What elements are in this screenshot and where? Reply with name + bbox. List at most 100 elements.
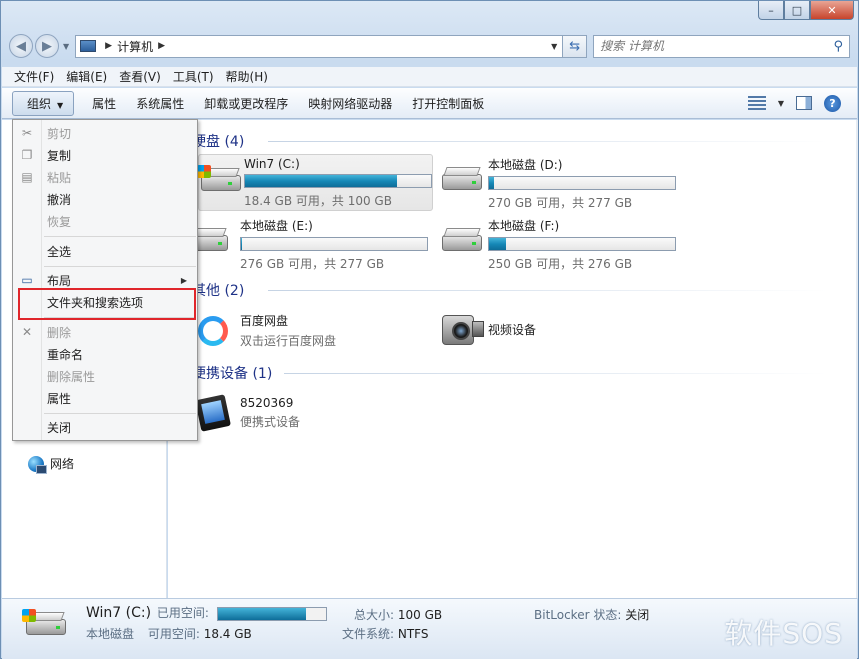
menu-help[interactable]: 帮助(H) <box>220 68 274 85</box>
refresh-button[interactable]: ⇆ <box>563 34 588 58</box>
refresh-icon: ⇆ <box>569 38 581 54</box>
nav-item-network-label: 网络 <box>50 457 75 471</box>
drive-f[interactable]: 本地磁盘 (F:) 250 GB 可用，共 276 GB <box>442 217 676 272</box>
menu-view[interactable]: 查看(V) <box>113 68 167 85</box>
item-name: 百度网盘 <box>240 313 289 328</box>
portable-device-item[interactable]: 8520369 便携式设备 <box>194 393 300 433</box>
baidu-netdisk-item[interactable]: 百度网盘 双击运行百度网盘 <box>194 310 336 350</box>
content-pane: 硬盘 (4) Win7 (C:) 18.4 GB 可用，共 100 GB 本地磁… <box>168 120 858 598</box>
address-bar[interactable]: ▶ 计算机 ▶ ▼ <box>75 34 564 58</box>
drive-name: 本地磁盘 (D:) <box>488 158 563 172</box>
arrow-right-icon: ▶ <box>42 38 52 54</box>
hard-drive-icon <box>442 225 482 255</box>
menu-item-paste[interactable]: ▤ 粘贴 <box>13 166 197 188</box>
view-options-chevron-icon[interactable]: ▼ <box>778 99 784 108</box>
drive-usage-bar <box>240 237 428 251</box>
portable-device-icon <box>194 393 234 433</box>
item-name: 8520369 <box>240 396 294 410</box>
properties-button[interactable]: 属性 <box>82 91 126 116</box>
explorer-window: – □ ✕ ◀ ▶ ▼ ▶ 计算机 ▶ ▼ ⇆ ⚲ 文件(F) 编辑(E) 查看… <box>0 0 859 659</box>
group-title-other[interactable]: 其他 (2) <box>192 280 244 300</box>
item-description: 便携式设备 <box>240 415 301 429</box>
submenu-arrow-icon: ▶ <box>180 275 187 285</box>
group-title-portable[interactable]: 便携设备 (1) <box>192 363 272 383</box>
drive-usage-bar <box>244 174 432 188</box>
video-camera-icon <box>440 309 486 349</box>
menu-item-label: 全选 <box>47 244 72 259</box>
menu-file[interactable]: 文件(F) <box>8 68 60 85</box>
breadcrumb-chevron-icon[interactable]: ▶ <box>105 41 112 51</box>
nav-item-network[interactable]: 网络 <box>28 455 75 474</box>
system-drive-icon <box>197 165 241 195</box>
menu-item-label: 删除 <box>47 325 72 340</box>
search-icon[interactable]: ⚲ <box>833 39 843 54</box>
help-icon[interactable]: ? <box>824 94 841 112</box>
group-title-hdd[interactable]: 硬盘 (4) <box>192 131 244 151</box>
organize-label: 组织 <box>27 96 52 111</box>
drive-name: 本地磁盘 (E:) <box>240 219 313 233</box>
menu-item-rename[interactable]: 重命名 <box>13 343 197 365</box>
open-control-panel-button[interactable]: 打开控制面板 <box>402 91 494 116</box>
menu-item-cut[interactable]: ✂ 剪切 <box>13 122 197 144</box>
details-usage-bar <box>216 606 327 621</box>
scissors-icon: ✂ <box>21 126 33 140</box>
video-device-item[interactable]: 视频设备 <box>440 309 536 349</box>
drive-free-space: 276 GB 可用，共 277 GB <box>240 257 385 271</box>
details-drive-type: 本地磁盘 <box>86 627 135 641</box>
menu-item-remove-properties[interactable]: 删除属性 <box>13 365 197 387</box>
details-drive-name: Win7 (C:) <box>86 605 152 621</box>
menu-item-label: 布局 <box>47 273 72 288</box>
details-free-label: 可用空间: <box>147 627 200 641</box>
menu-tools[interactable]: 工具(T) <box>167 68 220 85</box>
menu-item-close[interactable]: 关闭 <box>13 416 197 438</box>
menu-item-label: 属性 <box>47 391 72 406</box>
group-divider <box>284 373 828 374</box>
preview-pane-icon[interactable] <box>796 96 812 110</box>
system-properties-button[interactable]: 系统属性 <box>126 91 194 116</box>
address-dropdown-icon[interactable]: ▼ <box>546 42 562 51</box>
drive-c[interactable]: Win7 (C:) 18.4 GB 可用，共 100 GB <box>197 154 433 211</box>
arrow-left-icon: ◀ <box>16 38 26 54</box>
menu-bar: 文件(F) 编辑(E) 查看(V) 工具(T) 帮助(H) <box>2 67 857 87</box>
details-total-label: 总大小: <box>354 608 395 622</box>
uninstall-program-button[interactable]: 卸载或更改程序 <box>194 91 298 116</box>
hard-drive-icon <box>442 164 482 194</box>
organize-button[interactable]: 组织 ▼ <box>12 90 75 116</box>
menu-item-label: 粘贴 <box>47 170 72 185</box>
view-controls: ▼ ? <box>747 94 857 112</box>
menu-item-properties[interactable]: 属性 <box>13 387 197 409</box>
menu-item-undo[interactable]: 撤消 <box>13 188 197 210</box>
minimize-button[interactable]: – <box>758 1 784 20</box>
menu-item-redo[interactable]: 恢复 <box>13 210 197 232</box>
menu-item-label: 重命名 <box>47 347 84 362</box>
details-bitlocker-value: 关闭 <box>625 608 650 622</box>
navigation-row: ◀ ▶ ▼ ▶ 计算机 ▶ ▼ ⇆ ⚲ <box>9 33 850 59</box>
menu-item-select-all[interactable]: 全选 <box>13 240 197 262</box>
search-input[interactable] <box>600 39 834 53</box>
close-button[interactable]: ✕ <box>810 1 854 20</box>
menu-edit[interactable]: 编辑(E) <box>60 68 113 85</box>
forward-button[interactable]: ▶ <box>35 34 59 58</box>
maximize-button[interactable]: □ <box>784 1 810 20</box>
drive-e[interactable]: 本地磁盘 (E:) 276 GB 可用，共 277 GB <box>188 217 428 272</box>
scrollbar[interactable] <box>856 120 858 598</box>
organize-menu: ✂ 剪切 ❐ 复制 ▤ 粘贴 撤消 恢复 全选 ▭ 布局 ▶ 文件夹和搜索选项 <box>12 119 198 441</box>
menu-item-copy[interactable]: ❐ 复制 <box>13 144 197 166</box>
command-bar: 组织 ▼ 属性 系统属性 卸载或更改程序 映射网络驱动器 打开控制面板 ▼ ? <box>2 88 857 119</box>
group-divider <box>268 290 828 291</box>
details-fs-label: 文件系统: <box>342 627 395 641</box>
map-network-drive-button[interactable]: 映射网络驱动器 <box>298 91 402 116</box>
menu-item-label: 恢复 <box>47 214 72 229</box>
menu-item-label: 删除属性 <box>47 369 96 384</box>
menu-separator <box>44 413 196 414</box>
details-pane: Win7 (C:) 已用空间: 本地磁盘 可用空间: 18.4 GB 总大小: … <box>2 598 857 659</box>
back-button[interactable]: ◀ <box>9 34 33 58</box>
breadcrumb-computer[interactable]: 计算机 <box>117 38 153 55</box>
recent-pages-chevron-icon[interactable]: ▼ <box>63 42 69 51</box>
breadcrumb-chevron-icon[interactable]: ▶ <box>158 41 165 51</box>
drive-d[interactable]: 本地磁盘 (D:) 270 GB 可用，共 277 GB <box>442 156 676 211</box>
change-view-icon[interactable] <box>747 96 766 110</box>
search-box[interactable]: ⚲ <box>593 34 850 58</box>
menu-item-delete[interactable]: ✕ 删除 <box>13 321 197 343</box>
drive-usage-bar <box>488 237 676 251</box>
